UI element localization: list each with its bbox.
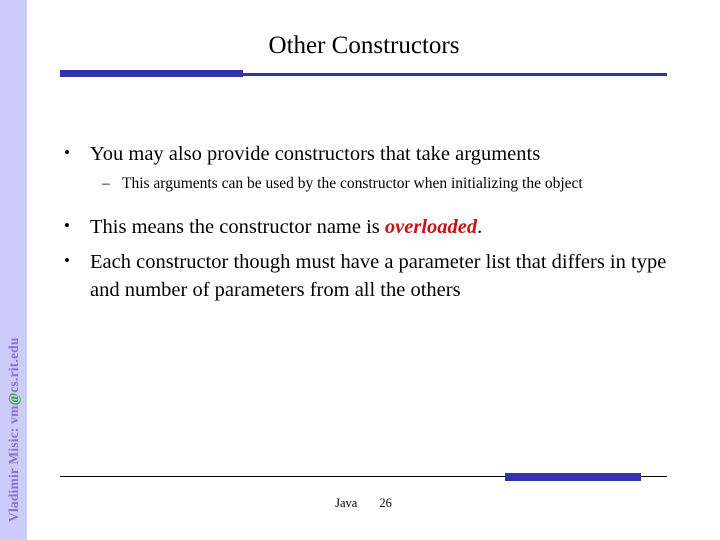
footer-label: Java [335, 496, 358, 510]
slide-body: • You may also provide constructors that… [56, 140, 676, 306]
slide-title: Other Constructors [268, 32, 460, 59]
slide: Vladimir Misic: vm @ cs.rit.edu Other Cons… [0, 0, 720, 540]
bullet-marker-icon: • [64, 250, 70, 270]
bullet-text: You may also provide constructors that t… [90, 143, 541, 165]
bullet-text-after: . [477, 215, 483, 238]
sub-bullet-dash-icon: – [102, 175, 110, 193]
bullet-text-before: This means the constructor name is [90, 215, 385, 238]
title-divider-thick [60, 70, 243, 77]
bullet-item: • Each constructor though must have a pa… [56, 248, 676, 304]
slide-number: 26 [379, 496, 392, 510]
sub-bullet-text: This arguments can be used by the constr… [122, 175, 583, 193]
author-domain: cs.rit.edu [5, 337, 21, 393]
bullet-item: • This means the constructor name is ove… [56, 213, 676, 241]
bullet-item: • You may also provide constructors that… [56, 140, 676, 168]
bullet-marker-icon: • [64, 143, 70, 162]
bullet-marker-icon: • [64, 215, 70, 235]
author-vertical-text: Vladimir Misic: vm @ cs.rit.edu [0, 0, 27, 540]
author-name-prefix: Vladimir Misic: vm [5, 405, 21, 522]
author-sidebar: Vladimir Misic: vm @ cs.rit.edu [0, 0, 27, 540]
at-sign-icon: @ [5, 392, 21, 406]
sub-bullet-item: – This arguments can be used by the cons… [56, 174, 676, 194]
emphasis-overloaded: overloaded [384, 215, 478, 238]
footer-divider-thick [505, 473, 641, 481]
footer: Java 26 [60, 496, 667, 511]
bullet-text: Each constructor though must have a para… [90, 250, 667, 301]
